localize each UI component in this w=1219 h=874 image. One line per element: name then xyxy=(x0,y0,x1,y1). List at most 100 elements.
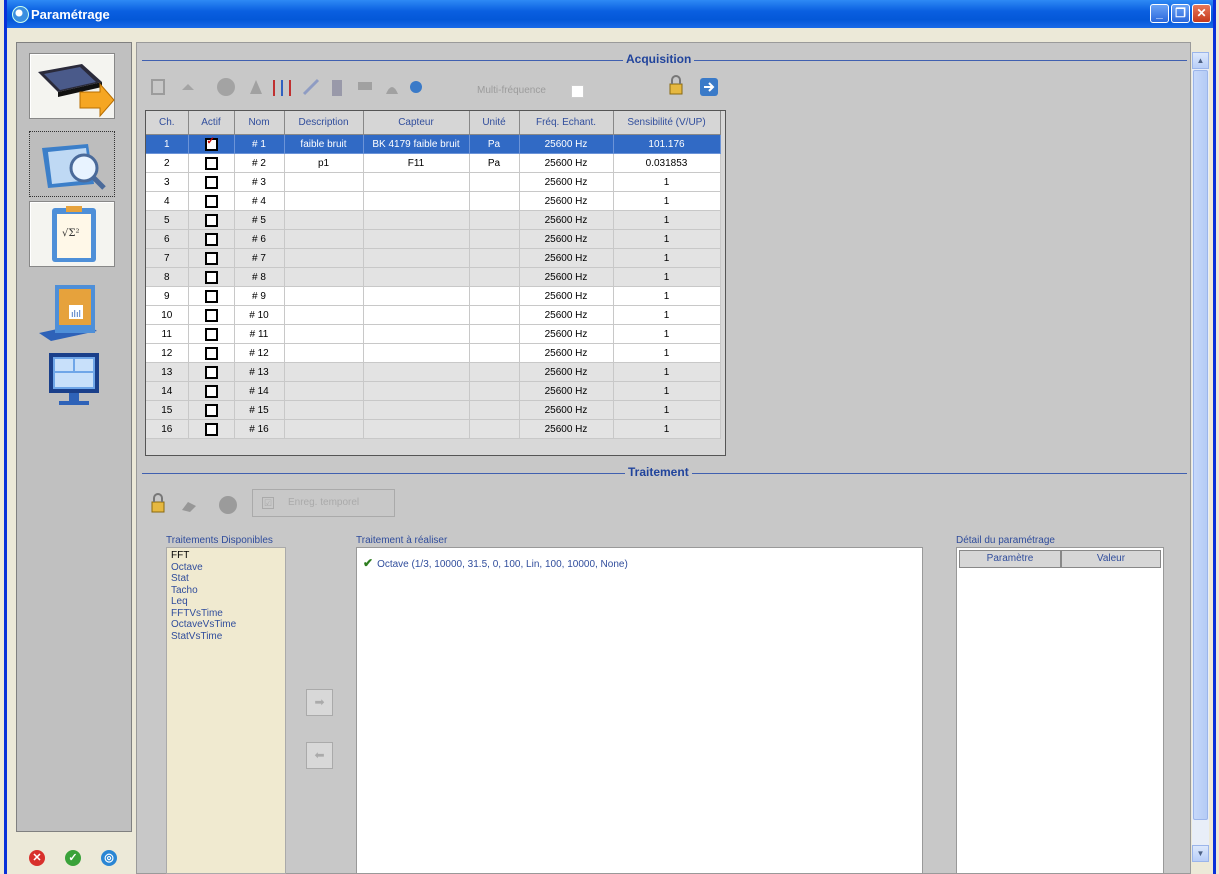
cell-unite[interactable] xyxy=(469,191,520,211)
cell-sensibilite[interactable]: 1 xyxy=(613,305,721,325)
cell-freq[interactable]: 25600 Hz xyxy=(519,400,614,420)
cell-ch[interactable]: 4 xyxy=(146,191,189,211)
cell-ch[interactable]: 16 xyxy=(146,419,189,439)
col-freq[interactable]: Fréq. Echant. xyxy=(519,111,614,135)
scroll-thumb[interactable] xyxy=(1193,70,1208,820)
actif-checkbox[interactable] xyxy=(204,251,218,265)
cell-nom[interactable]: # 1 xyxy=(234,134,285,154)
cell-nom[interactable]: # 3 xyxy=(234,172,285,192)
cell-description[interactable] xyxy=(284,248,364,268)
cell-actif[interactable] xyxy=(188,400,235,420)
add-right-arrow-button[interactable]: ➡ xyxy=(306,689,333,716)
cell-description[interactable] xyxy=(284,362,364,382)
cell-description[interactable]: p1 xyxy=(284,153,364,173)
cell-capteur[interactable] xyxy=(363,229,470,249)
cell-sensibilite[interactable]: 1 xyxy=(613,267,721,287)
cell-nom[interactable]: # 16 xyxy=(234,419,285,439)
cell-actif[interactable] xyxy=(188,324,235,344)
cell-freq[interactable]: 25600 Hz xyxy=(519,286,614,306)
cell-ch[interactable]: 1 xyxy=(146,134,189,154)
cell-nom[interactable]: # 15 xyxy=(234,400,285,420)
actif-checkbox[interactable] xyxy=(204,346,218,360)
col-actif[interactable]: Actif xyxy=(188,111,235,135)
cell-description[interactable] xyxy=(284,210,364,230)
cell-capteur[interactable] xyxy=(363,286,470,306)
cell-description[interactable] xyxy=(284,324,364,344)
cell-actif[interactable] xyxy=(188,381,235,401)
actif-checkbox[interactable] xyxy=(204,232,218,246)
cell-actif[interactable] xyxy=(188,343,235,363)
cell-sensibilite[interactable]: 1 xyxy=(613,324,721,344)
enreg-checkbox[interactable]: ☑ xyxy=(262,497,274,509)
cell-description[interactable] xyxy=(284,400,364,420)
cell-unite[interactable] xyxy=(469,267,520,287)
close-button[interactable]: ✕ xyxy=(1192,4,1211,23)
cell-description[interactable] xyxy=(284,286,364,306)
cell-capteur[interactable] xyxy=(363,343,470,363)
cell-sensibilite[interactable]: 1 xyxy=(613,229,721,249)
cell-unite[interactable] xyxy=(469,229,520,249)
cell-nom[interactable]: # 13 xyxy=(234,362,285,382)
cell-freq[interactable]: 25600 Hz xyxy=(519,305,614,325)
cell-freq[interactable]: 25600 Hz xyxy=(519,172,614,192)
list-item[interactable]: Octave xyxy=(171,562,281,574)
table-row[interactable]: 3 # 3 25600 Hz 1 xyxy=(146,172,721,192)
actif-checkbox[interactable] xyxy=(204,289,218,303)
detail-parametrage-grid[interactable]: Paramètre Valeur xyxy=(956,547,1164,874)
cell-ch[interactable]: 9 xyxy=(146,286,189,306)
actif-checkbox[interactable] xyxy=(204,136,218,151)
cell-sensibilite[interactable]: 1 xyxy=(613,210,721,230)
cell-freq[interactable]: 25600 Hz xyxy=(519,134,614,154)
cell-unite[interactable] xyxy=(469,286,520,306)
cell-unite[interactable] xyxy=(469,343,520,363)
cell-nom[interactable]: # 7 xyxy=(234,248,285,268)
apply-icon[interactable]: ◎ xyxy=(101,850,117,866)
cell-sensibilite[interactable]: 1 xyxy=(613,362,721,382)
cell-capteur[interactable] xyxy=(363,172,470,192)
cell-freq[interactable]: 25600 Hz xyxy=(519,419,614,439)
table-row[interactable]: 11 # 11 25600 Hz 1 xyxy=(146,324,721,344)
cell-capteur[interactable] xyxy=(363,362,470,382)
traitement-a-realiser-list[interactable]: ✔ Octave (1/3, 10000, 31.5, 0, 100, Lin, … xyxy=(356,547,923,874)
cell-capteur[interactable] xyxy=(363,419,470,439)
cell-sensibilite[interactable]: 1 xyxy=(613,172,721,192)
cell-nom[interactable]: # 12 xyxy=(234,343,285,363)
cell-nom[interactable]: # 14 xyxy=(234,381,285,401)
actif-checkbox[interactable] xyxy=(204,365,218,379)
cell-actif[interactable] xyxy=(188,229,235,249)
actif-checkbox[interactable] xyxy=(204,422,218,436)
cell-unite[interactable] xyxy=(469,210,520,230)
cell-description[interactable]: faible bruit xyxy=(284,134,364,154)
cell-unite[interactable] xyxy=(469,419,520,439)
cell-sensibilite[interactable]: 1 xyxy=(613,343,721,363)
list-item[interactable]: FFT xyxy=(171,550,281,562)
cell-capteur[interactable] xyxy=(363,324,470,344)
actif-checkbox[interactable] xyxy=(204,270,218,284)
cell-unite[interactable] xyxy=(469,248,520,268)
list-item[interactable]: FFTVsTime xyxy=(171,608,281,620)
vertical-scrollbar[interactable]: ▲ ▼ xyxy=(1192,52,1209,862)
cell-ch[interactable]: 5 xyxy=(146,210,189,230)
cell-capteur[interactable]: BK 4179 faible bruit xyxy=(363,134,470,154)
multi-frequence-checkbox[interactable] xyxy=(571,85,584,98)
actif-checkbox[interactable] xyxy=(204,327,218,341)
cell-ch[interactable]: 2 xyxy=(146,153,189,173)
cell-description[interactable] xyxy=(284,381,364,401)
list-item[interactable]: Stat xyxy=(171,573,281,585)
cell-capteur[interactable] xyxy=(363,191,470,211)
cell-actif[interactable] xyxy=(188,153,235,173)
cell-sensibilite[interactable]: 1 xyxy=(613,286,721,306)
cell-ch[interactable]: 8 xyxy=(146,267,189,287)
table-row[interactable]: 7 # 7 25600 Hz 1 xyxy=(146,248,721,268)
cell-sensibilite[interactable]: 1 xyxy=(613,248,721,268)
cell-description[interactable] xyxy=(284,191,364,211)
cell-description[interactable] xyxy=(284,305,364,325)
cell-unite[interactable] xyxy=(469,324,520,344)
title-bar[interactable]: Paramétrage _ ❐ ✕ xyxy=(7,0,1213,28)
cell-nom[interactable]: # 5 xyxy=(234,210,285,230)
restore-button[interactable]: ❐ xyxy=(1171,4,1190,23)
cell-sensibilite[interactable]: 1 xyxy=(613,191,721,211)
table-row[interactable]: 4 # 4 25600 Hz 1 xyxy=(146,191,721,211)
minimize-button[interactable]: _ xyxy=(1150,4,1169,23)
cell-ch[interactable]: 12 xyxy=(146,343,189,363)
